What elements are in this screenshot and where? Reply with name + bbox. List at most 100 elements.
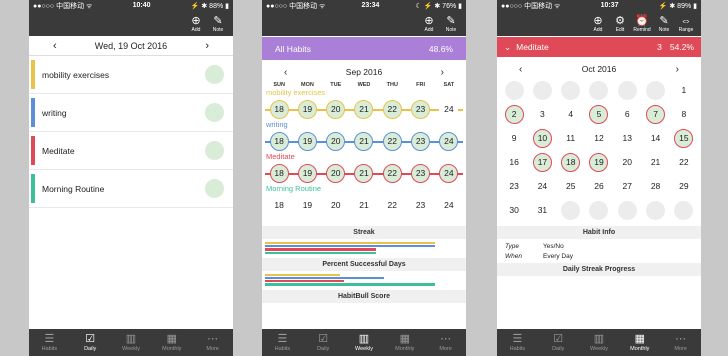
day-number[interactable]: 15 [674,128,694,148]
day-number[interactable]: 19 [589,152,609,172]
day-cell[interactable]: 20 [322,99,350,119]
day-number[interactable]: 22 [382,131,402,151]
calendar-day[interactable]: 24 [528,176,556,196]
day-number[interactable]: 3 [533,105,552,124]
calendar-day[interactable]: 1 [670,80,698,100]
day-number[interactable]: 22 [382,99,402,119]
day-number[interactable]: 19 [297,131,317,151]
day-number[interactable]: 24 [439,99,459,119]
day-cell[interactable]: 18 [265,163,293,183]
day-number[interactable]: 26 [589,177,608,196]
calendar-day[interactable]: 17 [528,152,556,172]
calendar-day[interactable] [585,200,613,220]
tab-more[interactable]: ⋯ More [192,329,233,356]
day-cell[interactable]: 18 [265,195,293,215]
calendar-day[interactable]: 27 [613,176,641,196]
day-cell[interactable]: 22 [378,163,406,183]
day-cell[interactable]: 21 [350,195,378,215]
tab-more[interactable]: ⋯ More [660,329,701,356]
day-cell[interactable]: 21 [350,163,378,183]
calendar-day[interactable]: 9 [500,128,528,148]
day-cell[interactable]: 20 [322,163,350,183]
day-number[interactable]: 14 [646,129,665,148]
calendar-day[interactable]: 12 [585,128,613,148]
calendar-day[interactable] [641,200,669,220]
day-number[interactable]: 18 [269,99,289,119]
next-week-button[interactable]: › [441,67,444,78]
calendar-day[interactable] [557,80,585,100]
day-number[interactable]: 23 [505,177,524,196]
day-cell[interactable]: 18 [265,131,293,151]
range-button[interactable]: ⇔ Range [675,15,697,33]
day-number[interactable]: 21 [354,163,374,183]
calendar-day[interactable]: 4 [557,104,585,124]
next-month-button[interactable]: › [676,64,679,75]
day-cell[interactable]: 23 [406,131,434,151]
day-cell[interactable]: 18 [265,99,293,119]
calendar-day[interactable] [528,80,556,100]
day-number[interactable]: 20 [326,99,346,119]
day-number[interactable]: 20 [326,195,346,215]
calendar-day[interactable]: 22 [670,152,698,172]
day-number[interactable]: 16 [505,153,524,172]
day-number[interactable]: 7 [646,104,666,124]
day-number[interactable]: 8 [674,105,693,124]
tab-weekly[interactable]: ▥ Weekly [344,329,385,356]
day-number[interactable]: 28 [646,177,665,196]
prev-month-button[interactable]: ‹ [519,64,522,75]
day-number[interactable]: 18 [269,163,289,183]
day-number[interactable]: 30 [505,201,524,220]
calendar-day[interactable] [670,200,698,220]
tab-weekly[interactable]: ▥ Weekly [111,329,152,356]
day-number[interactable]: 21 [646,153,665,172]
day-number[interactable]: 13 [618,129,637,148]
calendar-day[interactable] [613,200,641,220]
day-cell[interactable]: 19 [293,99,321,119]
tab-monthly[interactable]: ▦ Monthly [384,329,425,356]
day-cell[interactable]: 22 [378,99,406,119]
calendar-day[interactable]: 8 [670,104,698,124]
day-cell[interactable]: 20 [322,131,350,151]
calendar-day[interactable]: 18 [557,152,585,172]
calendar-day[interactable] [500,80,528,100]
note-button[interactable]: ✎ Note [440,15,462,33]
day-number[interactable]: 17 [532,152,552,172]
next-day-button[interactable]: › [205,40,209,52]
tab-daily[interactable]: ☑ Daily [303,329,344,356]
day-cell[interactable]: 24 [435,163,463,183]
day-number[interactable]: 21 [354,131,374,151]
calendar-day[interactable] [557,200,585,220]
habit-row[interactable]: Morning Routine [29,170,233,208]
calendar-day[interactable]: 14 [641,128,669,148]
day-number[interactable]: 22 [674,153,693,172]
note-button[interactable]: ✎ Note [653,15,675,33]
calendar-day[interactable]: 11 [557,128,585,148]
day-number[interactable]: 20 [326,131,346,151]
day-number[interactable]: 24 [533,177,552,196]
add-button[interactable]: ⊕ Add [185,15,207,33]
add-button[interactable]: ⊕ Add [587,15,609,33]
calendar-day[interactable]: 15 [670,128,698,148]
calendar-day[interactable]: 23 [500,176,528,196]
tab-monthly[interactable]: ▦ Monthly [619,329,660,356]
prev-day-button[interactable]: ‹ [53,40,57,52]
day-number[interactable]: 5 [589,104,609,124]
day-number[interactable]: 9 [505,129,524,148]
habit-row[interactable]: mobility exercises [29,56,233,94]
prev-week-button[interactable]: ‹ [284,67,287,78]
day-number[interactable]: 23 [411,195,431,215]
day-cell[interactable]: 22 [378,195,406,215]
day-cell[interactable]: 23 [406,99,434,119]
day-cell[interactable]: 23 [406,163,434,183]
calendar-day[interactable]: 25 [557,176,585,196]
habit-row[interactable]: Meditate [29,132,233,170]
calendar-day[interactable] [641,80,669,100]
calendar-day[interactable]: 10 [528,128,556,148]
day-number[interactable]: 12 [589,129,608,148]
day-number[interactable]: 23 [411,99,431,119]
day-number[interactable]: 27 [618,177,637,196]
day-cell[interactable]: 19 [293,195,321,215]
calendar-day[interactable]: 28 [641,176,669,196]
checkmark-button[interactable] [205,103,224,122]
day-cell[interactable]: 20 [322,195,350,215]
